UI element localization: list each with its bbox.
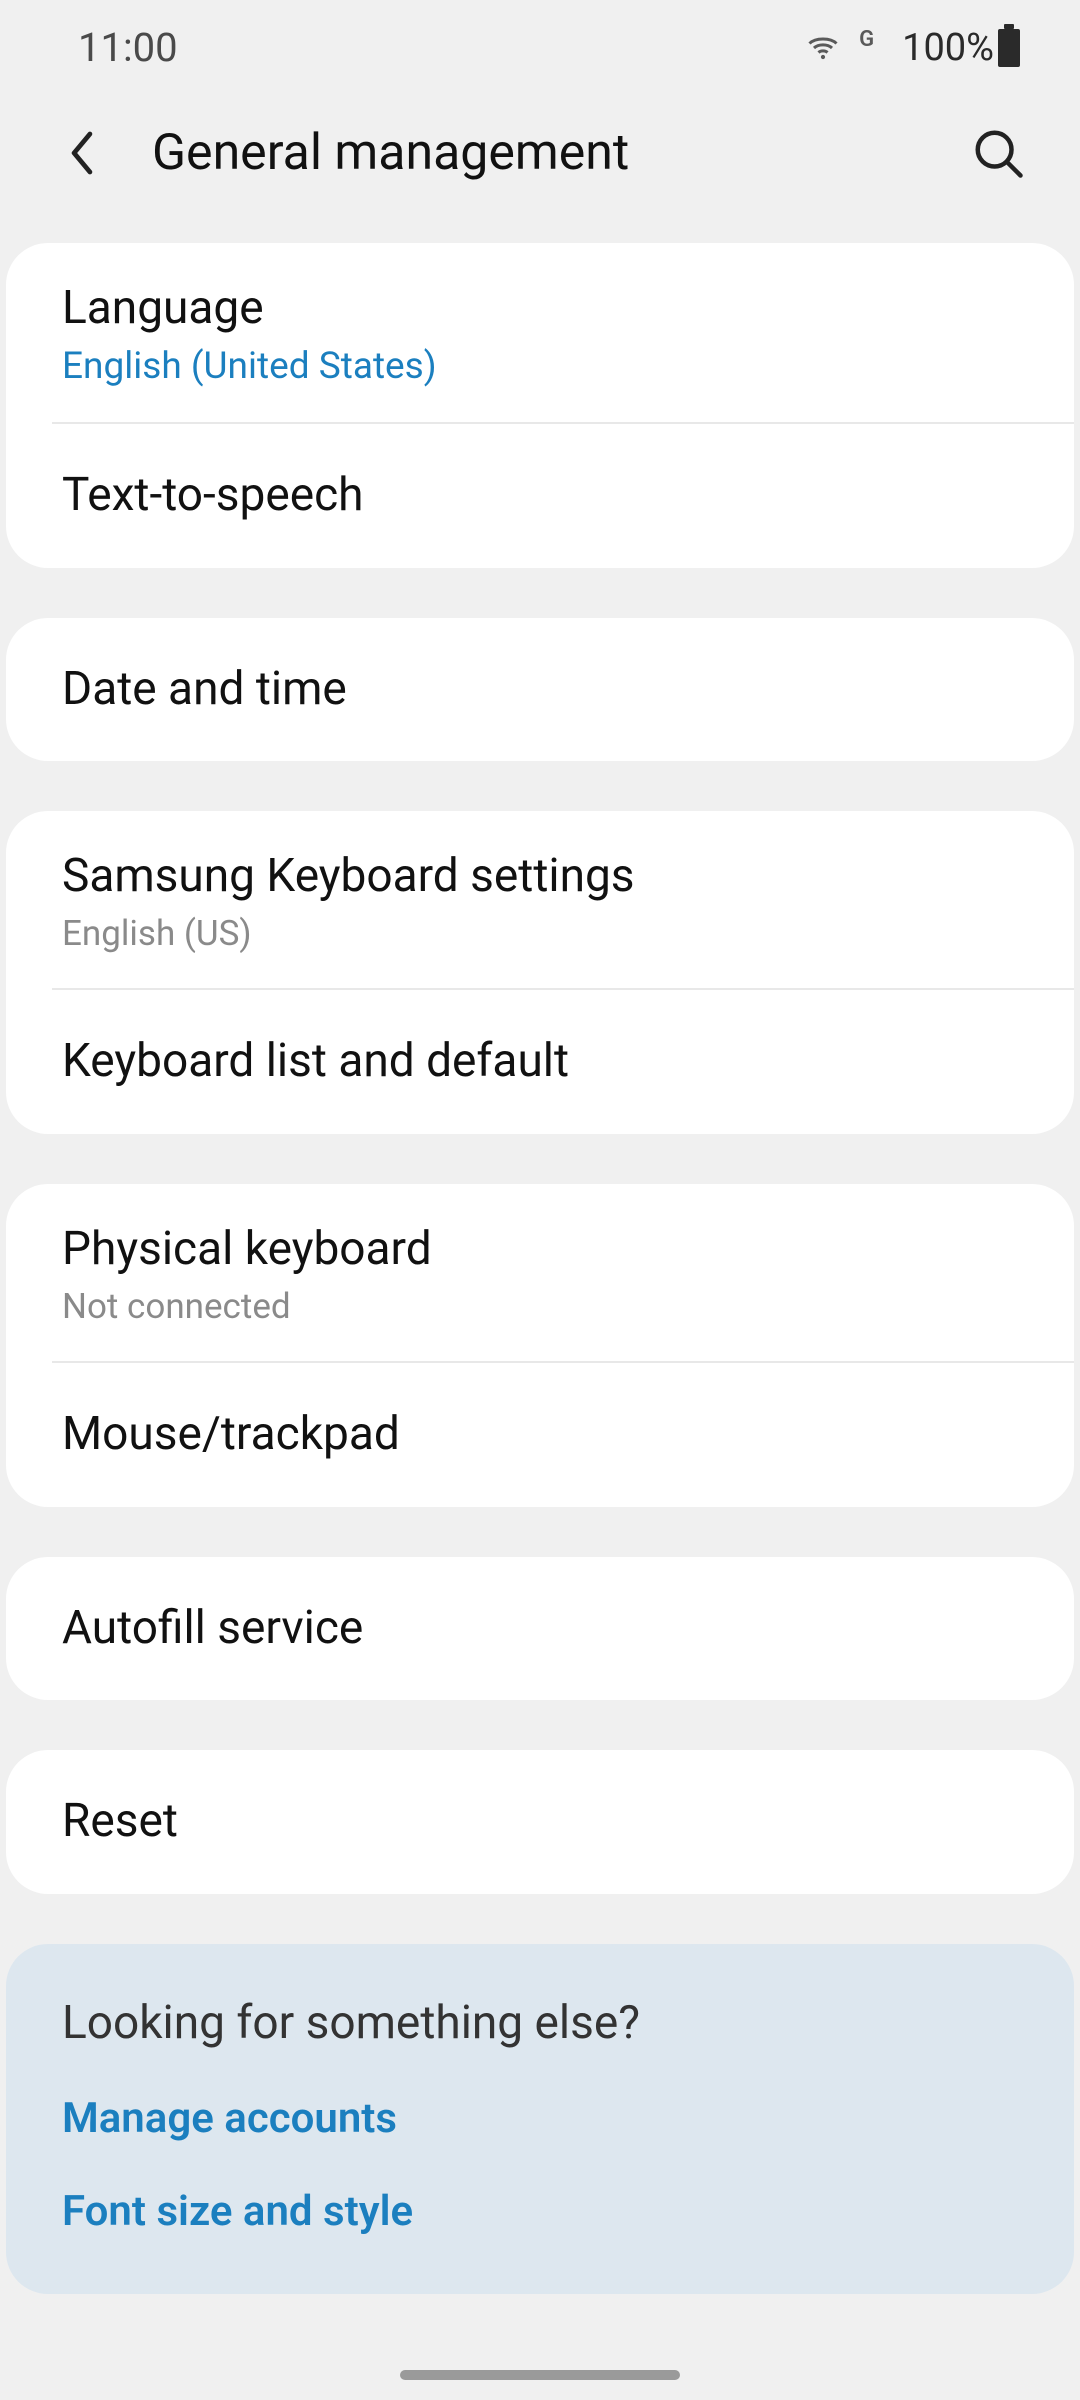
settings-group: Physical keyboard Not connected Mouse/tr… xyxy=(6,1184,1074,1507)
settings-item-text-to-speech[interactable]: Text-to-speech xyxy=(6,424,1074,568)
suggestions-heading: Looking for something else? xyxy=(62,1996,1018,2050)
suggestion-link-font-size-style[interactable]: Font size and style xyxy=(62,2187,1018,2236)
row-subtitle: English (United States) xyxy=(62,345,1018,388)
row-title: Physical keyboard xyxy=(62,1220,1018,1280)
search-button[interactable] xyxy=(968,123,1028,183)
battery-text: 100% xyxy=(902,26,994,70)
settings-item-language[interactable]: Language English (United States) xyxy=(6,243,1074,422)
search-icon xyxy=(971,126,1025,180)
status-right: G 100% xyxy=(805,26,1020,70)
app-header: General management xyxy=(0,95,1080,243)
settings-item-mouse-trackpad[interactable]: Mouse/trackpad xyxy=(6,1363,1074,1507)
back-button[interactable] xyxy=(52,123,112,183)
navigation-handle[interactable] xyxy=(400,2370,680,2380)
row-title: Keyboard list and default xyxy=(62,1032,1018,1092)
settings-group: Date and time xyxy=(6,618,1074,762)
row-title: Reset xyxy=(62,1792,1018,1852)
row-title: Language xyxy=(62,279,1018,339)
settings-group: Samsung Keyboard settings English (US) K… xyxy=(6,811,1074,1134)
settings-group: Reset xyxy=(6,1750,1074,1894)
status-bar: 11:00 G 100% xyxy=(0,0,1080,95)
row-title: Samsung Keyboard settings xyxy=(62,847,1018,907)
settings-item-physical-keyboard[interactable]: Physical keyboard Not connected xyxy=(6,1184,1074,1361)
battery-status: 100% xyxy=(902,26,1020,70)
row-subtitle: English (US) xyxy=(62,913,1018,954)
page-title: General management xyxy=(152,124,928,182)
battery-icon xyxy=(998,29,1020,67)
suggestion-link-manage-accounts[interactable]: Manage accounts xyxy=(62,2094,1018,2143)
row-title: Mouse/trackpad xyxy=(62,1405,1018,1465)
chevron-left-icon xyxy=(63,128,101,178)
settings-group: Language English (United States) Text-to… xyxy=(6,243,1074,568)
network-type: G xyxy=(859,27,874,52)
status-time: 11:00 xyxy=(78,24,178,71)
row-title: Text-to-speech xyxy=(62,466,1018,526)
wifi-icon xyxy=(805,30,841,66)
settings-group: Autofill service xyxy=(6,1557,1074,1701)
row-title: Date and time xyxy=(62,660,1018,720)
settings-item-reset[interactable]: Reset xyxy=(6,1750,1074,1894)
settings-item-samsung-keyboard[interactable]: Samsung Keyboard settings English (US) xyxy=(6,811,1074,988)
row-subtitle: Not connected xyxy=(62,1286,1018,1327)
settings-item-keyboard-list[interactable]: Keyboard list and default xyxy=(6,990,1074,1134)
settings-item-date-and-time[interactable]: Date and time xyxy=(6,618,1074,762)
settings-item-autofill-service[interactable]: Autofill service xyxy=(6,1557,1074,1701)
row-title: Autofill service xyxy=(62,1599,1018,1659)
suggestions-card: Looking for something else? Manage accou… xyxy=(6,1944,1074,2294)
